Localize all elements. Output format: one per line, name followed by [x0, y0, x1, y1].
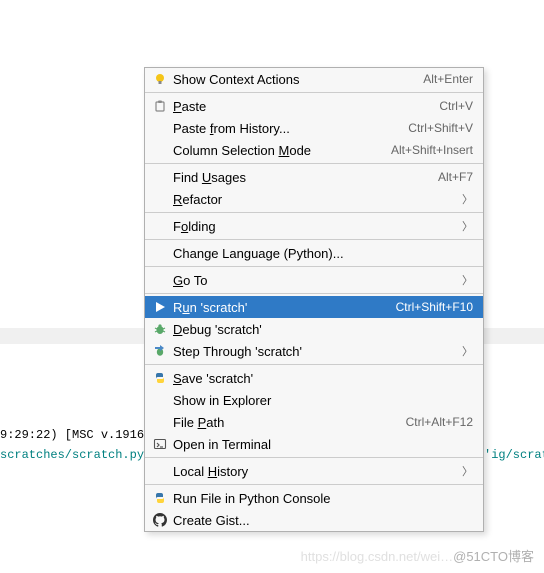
menu-item-label: Show in Explorer [169, 393, 473, 408]
menu-item-label: Change Language (Python)... [169, 246, 473, 261]
bulb-icon [151, 71, 169, 87]
console-output-path-right: 'ig/scratches' [484, 448, 544, 462]
submenu-arrow-icon: 〉 [462, 463, 473, 479]
menu-item-open-in-terminal[interactable]: Open in Terminal [145, 433, 483, 455]
menu-item-create-gist[interactable]: Create Gist... [145, 509, 483, 531]
menu-item-label: Save 'scratch' [169, 371, 473, 386]
blank-icon [151, 245, 169, 261]
menu-item-shortcut: Alt+Shift+Insert [391, 143, 473, 157]
menu-item-paste[interactable]: PasteCtrl+V [145, 95, 483, 117]
blank-icon [151, 218, 169, 234]
menu-item-label: Create Gist... [169, 513, 473, 528]
menu-item-show-in-explorer[interactable]: Show in Explorer [145, 389, 483, 411]
menu-item-label: Folding [169, 219, 462, 234]
blank-icon [151, 414, 169, 430]
menu-item-show-context-actions[interactable]: Show Context ActionsAlt+Enter [145, 68, 483, 90]
menu-item-label: Find Usages [169, 170, 438, 185]
menu-item-run-scratch[interactable]: Run 'scratch'Ctrl+Shift+F10 [145, 296, 483, 318]
menu-item-debug-scratch[interactable]: Debug 'scratch' [145, 318, 483, 340]
menu-item-shortcut: Ctrl+Alt+F12 [406, 415, 473, 429]
github-icon [151, 512, 169, 528]
menu-separator [145, 239, 483, 240]
python-icon [151, 370, 169, 386]
menu-item-label: Show Context Actions [169, 72, 423, 87]
menu-item-label: Run 'scratch' [169, 300, 396, 315]
submenu-arrow-icon: 〉 [462, 272, 473, 288]
blank-icon [151, 463, 169, 479]
blank-icon [151, 169, 169, 185]
blank-icon [151, 120, 169, 136]
menu-item-change-language-python[interactable]: Change Language (Python)... [145, 242, 483, 264]
blank-icon [151, 142, 169, 158]
menu-item-folding[interactable]: Folding〉 [145, 215, 483, 237]
menu-item-run-file-in-python-console[interactable]: Run File in Python Console [145, 487, 483, 509]
blank-icon [151, 272, 169, 288]
menu-item-paste-from-history[interactable]: Paste from History...Ctrl+Shift+V [145, 117, 483, 139]
menu-item-shortcut: Alt+F7 [438, 170, 473, 184]
step-icon [151, 343, 169, 359]
submenu-arrow-icon: 〉 [462, 218, 473, 234]
watermark: https://blog.csdn.net/wei…@51CTO博客 [301, 546, 534, 565]
menu-item-label: Column Selection Mode [169, 143, 391, 158]
menu-item-shortcut: Ctrl+Shift+F10 [396, 300, 473, 314]
menu-item-label: Debug 'scratch' [169, 322, 473, 337]
menu-item-column-selection-mode[interactable]: Column Selection ModeAlt+Shift+Insert [145, 139, 483, 161]
menu-separator [145, 484, 483, 485]
blank-icon [151, 392, 169, 408]
menu-item-step-through-scratch[interactable]: Step Through 'scratch'〉 [145, 340, 483, 362]
menu-item-shortcut: Ctrl+Shift+V [408, 121, 473, 135]
terminal-icon [151, 436, 169, 452]
blank-icon [151, 191, 169, 207]
menu-separator [145, 212, 483, 213]
menu-item-label: Paste from History... [169, 121, 408, 136]
menu-separator [145, 364, 483, 365]
menu-separator [145, 163, 483, 164]
python-icon [151, 490, 169, 506]
submenu-arrow-icon: 〉 [462, 191, 473, 207]
menu-item-save-scratch[interactable]: Save 'scratch' [145, 367, 483, 389]
console-output-line1: 9:29:22) [MSC v.1916 [0, 428, 151, 442]
menu-separator [145, 457, 483, 458]
menu-separator [145, 92, 483, 93]
menu-separator [145, 266, 483, 267]
menu-item-shortcut: Ctrl+V [439, 99, 473, 113]
menu-item-refactor[interactable]: Refactor〉 [145, 188, 483, 210]
menu-item-label: Go To [169, 273, 462, 288]
menu-item-label: Refactor [169, 192, 462, 207]
menu-item-label: File Path [169, 415, 406, 430]
menu-item-shortcut: Alt+Enter [423, 72, 473, 86]
play-icon [151, 299, 169, 315]
menu-item-label: Step Through 'scratch' [169, 344, 462, 359]
menu-item-file-path[interactable]: File PathCtrl+Alt+F12 [145, 411, 483, 433]
menu-item-label: Run File in Python Console [169, 491, 473, 506]
menu-separator [145, 293, 483, 294]
menu-item-find-usages[interactable]: Find UsagesAlt+F7 [145, 166, 483, 188]
menu-item-label: Local History [169, 464, 462, 479]
bug-icon [151, 321, 169, 337]
paste-icon [151, 98, 169, 114]
menu-item-local-history[interactable]: Local History〉 [145, 460, 483, 482]
context-menu: Show Context ActionsAlt+Enter PasteCtrl+V… [144, 67, 484, 532]
menu-item-label: Open in Terminal [169, 437, 473, 452]
menu-item-label: Paste [169, 99, 439, 114]
menu-item-go-to[interactable]: Go To〉 [145, 269, 483, 291]
console-output-path-left: scratches/scratch.py' [0, 448, 151, 462]
submenu-arrow-icon: 〉 [462, 343, 473, 359]
